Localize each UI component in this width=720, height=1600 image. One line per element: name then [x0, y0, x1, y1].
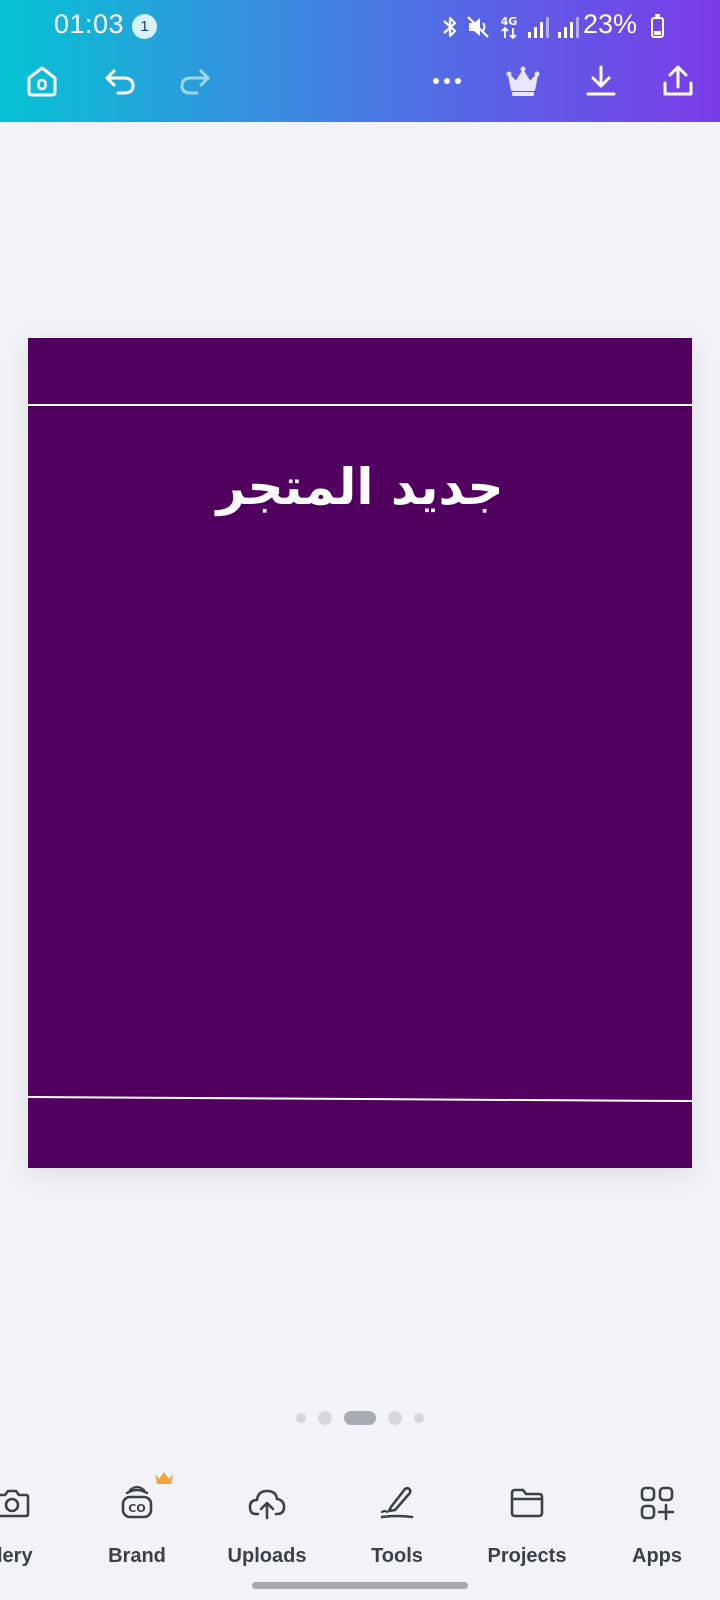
page-dot-active[interactable]: [344, 1411, 376, 1425]
undo-button[interactable]: [97, 58, 143, 104]
folder-icon: [510, 1488, 544, 1518]
bottom-navigation: llery CO Brand Uploads: [0, 1455, 720, 1575]
page-dot[interactable]: [318, 1411, 332, 1425]
nav-label-apps: Apps: [632, 1545, 682, 1567]
nav-label-brand: Brand: [108, 1545, 166, 1567]
brand-kit-icon: CO: [121, 1485, 153, 1519]
nav-item-apps[interactable]: Apps: [597, 1455, 717, 1567]
design-canvas[interactable]: جديد المتجر: [28, 338, 692, 1168]
nav-label-gallery: llery: [0, 1545, 33, 1567]
4g-icon: 4G: [501, 15, 518, 40]
cloud-upload-icon: [248, 1489, 286, 1520]
nav-item-gallery[interactable]: llery: [0, 1455, 72, 1567]
page-indicator: [0, 1411, 720, 1425]
status-time: 01:03: [54, 9, 125, 39]
redo-icon: [180, 69, 210, 95]
svg-text:CO: CO: [128, 1502, 145, 1515]
download-button[interactable]: [578, 58, 624, 104]
more-options-button[interactable]: [424, 58, 470, 104]
bottom-divider-line[interactable]: [28, 1096, 692, 1103]
undo-icon: [105, 69, 135, 95]
pen-tool-icon: [380, 1486, 414, 1519]
share-button[interactable]: [655, 58, 701, 104]
crown-icon: [506, 66, 540, 96]
mute-icon: [467, 16, 489, 38]
download-icon: [586, 65, 616, 96]
editor-header: 01:03 1 4G 23%: [0, 0, 720, 122]
canvas-title-text[interactable]: جديد المتجر: [28, 458, 692, 516]
nav-item-brand[interactable]: CO Brand: [77, 1455, 197, 1567]
premium-button[interactable]: [500, 58, 546, 104]
signal-icon: [558, 17, 579, 38]
bluetooth-icon: [443, 16, 457, 38]
nav-item-projects[interactable]: Projects: [467, 1455, 587, 1567]
battery-icon: [651, 14, 664, 38]
canva-editor-screen: 01:03 1 4G 23% جديد المتجر ery CO Brand …: [0, 0, 720, 1600]
notification-count-badge: 1: [132, 14, 157, 39]
nav-label-tools: Tools: [371, 1545, 423, 1567]
home-icon: [27, 66, 57, 97]
nav-item-tools[interactable]: Tools: [337, 1455, 457, 1567]
top-divider-line[interactable]: [28, 404, 692, 406]
redo-button[interactable]: [172, 58, 218, 104]
nav-label-uploads: Uploads: [227, 1545, 307, 1567]
camera-icon: [0, 1489, 30, 1518]
page-dot[interactable]: [296, 1413, 306, 1423]
share-icon: [663, 65, 693, 96]
page-dot[interactable]: [414, 1413, 424, 1423]
signal-icon: [528, 17, 549, 38]
battery-percentage: 23%: [583, 9, 638, 39]
premium-crown-icon: [155, 1472, 173, 1484]
page-dot[interactable]: [388, 1411, 402, 1425]
svg-text:4G: 4G: [501, 15, 518, 28]
gesture-home-indicator[interactable]: [252, 1582, 468, 1589]
home-button[interactable]: [19, 58, 65, 104]
nav-item-uploads[interactable]: Uploads: [207, 1455, 327, 1567]
nav-label-projects: Projects: [487, 1545, 567, 1567]
apps-grid-icon: [640, 1486, 675, 1521]
more-icon: [433, 78, 461, 84]
